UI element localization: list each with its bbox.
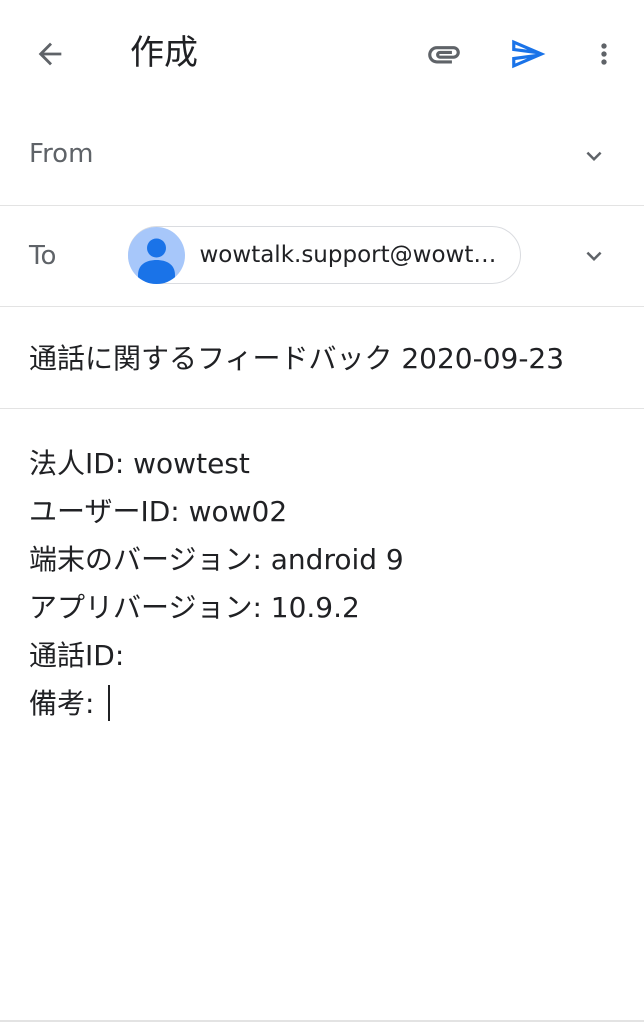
send-button[interactable] (502, 30, 554, 78)
body-line-app-version: アプリバージョン: 10.9.2 (29, 591, 360, 624)
body-line-corporate-id: 法人ID: wowtest (29, 447, 250, 480)
recipient-chip[interactable]: wowtalk.support@wowte... (127, 226, 521, 284)
message-body[interactable]: 法人ID: wowtest ユーザーID: wow02 端末のバージョン: an… (29, 440, 619, 728)
body-line-user-id: ユーザーID: wow02 (29, 495, 288, 528)
subject-field[interactable]: 通話に関するフィードバック 2020-09-23 (0, 307, 644, 409)
top-app-bar: 作成 (0, 0, 644, 108)
arrow-back-icon (38, 42, 62, 66)
subject-text: 通話に関するフィードバック 2020-09-23 (29, 342, 565, 375)
notes-label: 備考: (29, 687, 95, 720)
person-avatar-icon (127, 226, 185, 284)
to-label: To (29, 241, 57, 271)
from-expand-button[interactable] (578, 140, 610, 172)
paperclip-icon (428, 46, 460, 64)
attach-button[interactable] (418, 30, 470, 78)
send-icon (512, 39, 546, 69)
body-line-device-version: 端末のバージョン: android 9 (29, 543, 404, 576)
text-cursor (108, 685, 111, 721)
from-label: From (29, 139, 94, 169)
to-row[interactable]: To wowtalk.support@wowte... (0, 206, 644, 307)
from-row[interactable]: From (0, 108, 644, 206)
chevron-down-icon (586, 151, 602, 161)
chevron-down-icon (586, 251, 602, 261)
to-expand-button[interactable] (578, 240, 610, 272)
body-line-call-id: 通話ID: (29, 639, 125, 672)
bottom-divider (0, 1020, 644, 1022)
recipient-email: wowtalk.support@wowte... (199, 242, 500, 268)
back-button[interactable] (22, 30, 78, 78)
more-options-button[interactable] (582, 30, 626, 78)
body-line-notes: 備考: (29, 680, 619, 728)
more-vert-icon (601, 43, 607, 65)
page-title: 作成 (130, 33, 198, 73)
